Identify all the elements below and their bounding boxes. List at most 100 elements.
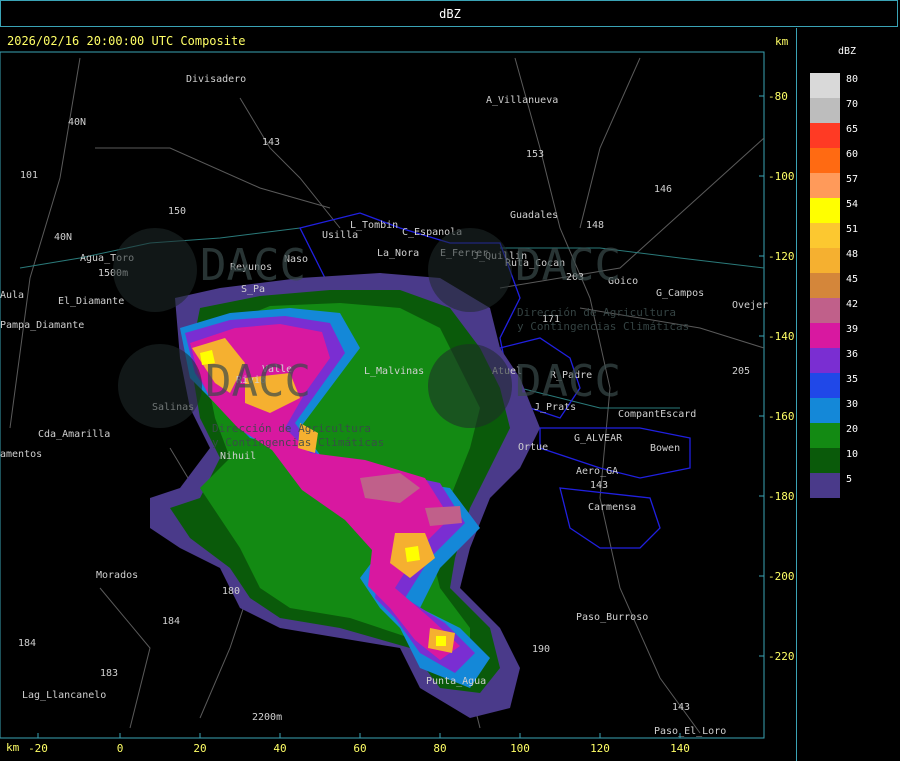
legend-swatch — [810, 273, 840, 298]
place-label: 148 — [586, 220, 604, 231]
place-label: La_Nora — [377, 248, 419, 259]
legend-swatch — [810, 148, 840, 173]
place-label: G_Campos — [656, 288, 704, 299]
y-tick-label: -80 — [768, 90, 788, 103]
legend-swatch — [810, 73, 840, 98]
watermark-text: DACC — [515, 240, 621, 291]
legend-swatch — [810, 473, 840, 498]
legend-label: 57 — [846, 174, 859, 185]
place-label: El_Diamante — [58, 296, 124, 307]
place-label: Paso_El_Loro — [654, 726, 726, 737]
place-label: Punta_Agua — [426, 676, 486, 687]
legend-label: 60 — [846, 149, 859, 160]
place-label: 146 — [654, 184, 672, 195]
legend-label: 42 — [846, 299, 859, 310]
x-tick-label: 140 — [670, 742, 690, 755]
x-tick-label: -20 — [28, 742, 48, 755]
product-title: dBZ — [439, 7, 461, 21]
legend-swatch — [810, 348, 840, 373]
legend-label: 10 — [846, 449, 859, 460]
legend-label: 54 — [846, 199, 859, 210]
legend-label: 65 — [846, 124, 859, 135]
legend-swatch — [810, 398, 840, 423]
place-label: 184 — [18, 638, 36, 649]
watermark-subtitle: Dirección de Agricultura — [212, 422, 371, 435]
place-label: G_ALVEAR — [574, 433, 623, 444]
legend-title: dBZ — [838, 46, 857, 57]
legend-swatch — [810, 198, 840, 223]
place-label: 205 — [732, 366, 750, 377]
place-label: Aero_GA — [576, 466, 618, 477]
place-label: 143 — [672, 702, 690, 713]
place-label: Ortue — [518, 442, 548, 453]
place-label: Cda_Amarilla — [38, 429, 110, 440]
place-label: L_Malvinas — [364, 366, 424, 377]
radar-echoes — [150, 273, 540, 718]
legend-swatch — [810, 248, 840, 273]
dacc-logo-icon — [428, 344, 512, 428]
echo-54c — [436, 636, 446, 646]
place-label: 143 — [262, 137, 280, 148]
place-label: Carmensa — [588, 502, 636, 513]
place-label: A_Villanueva — [486, 95, 558, 106]
legend-swatch — [810, 373, 840, 398]
legend-label: 51 — [846, 224, 859, 235]
legend-swatch — [810, 423, 840, 448]
y-tick-label: -140 — [768, 330, 795, 343]
legend-label: 36 — [846, 349, 859, 360]
legend-swatch — [810, 123, 840, 148]
place-label: Paso_Burroso — [576, 612, 648, 623]
place-label: Nihuil — [220, 451, 256, 462]
y-tick-label: -100 — [768, 170, 795, 183]
legend-label: 48 — [846, 249, 859, 260]
x-tick-label: 120 — [590, 742, 610, 755]
place-label: 180 — [222, 586, 240, 597]
legend-swatch — [810, 448, 840, 473]
legend-swatch — [810, 98, 840, 123]
place-label: 183 — [100, 668, 118, 679]
place-label: Pampa_Diamante — [0, 320, 84, 331]
title-bar: dBZ — [0, 0, 898, 27]
watermark-subtitle: Dirección de Agricultura — [517, 306, 676, 319]
legend-label: 5 — [846, 474, 853, 485]
legend-label: 45 — [846, 274, 859, 285]
place-label: 40N — [68, 117, 86, 128]
legend-label: 70 — [846, 99, 859, 110]
x-axis: -20 0 20 40 60 80 100 120 140 — [28, 733, 690, 755]
legend-label: 35 — [846, 374, 859, 385]
legend-swatch — [810, 173, 840, 198]
color-legend: dBZ 80 70 65 60 57 54 51 48 45 42 39 36 35 30 20 10 5 — [798, 28, 900, 761]
y-tick-label: -220 — [768, 650, 795, 663]
km-unit-bottom: km — [6, 741, 20, 754]
watermark-text: DACC — [200, 240, 306, 291]
timestamp-label: 2026/02/16 20:00:00 UTC Composite — [7, 34, 246, 48]
place-label: Lag_Llancanelo — [22, 690, 106, 701]
legend-swatch — [810, 298, 840, 323]
place-label: 190 — [532, 644, 550, 655]
place-label: CompantEscard — [618, 409, 696, 420]
y-tick-label: -200 — [768, 570, 795, 583]
map-panel[interactable]: Divisadero A_Villanueva 40N 143 153 101 146 150… — [0, 28, 797, 761]
legend-label: 30 — [846, 399, 859, 410]
legend-label: 20 — [846, 424, 859, 435]
place-label: 153 — [526, 149, 544, 160]
watermark-subtitle: y Contingencias Climáticas — [517, 320, 689, 333]
place-label: 150 — [168, 206, 186, 217]
place-label: 101 — [20, 170, 38, 181]
y-tick-label: -120 — [768, 250, 795, 263]
echo-54b — [405, 546, 420, 562]
place-label: Usilla — [322, 230, 358, 241]
watermark-subtitle: y Contingencias Climáticas — [212, 436, 384, 449]
x-tick-label: 0 — [117, 742, 124, 755]
dacc-logo-icon — [118, 344, 202, 428]
legend-label: 80 — [846, 74, 859, 85]
x-tick-label: 40 — [273, 742, 286, 755]
place-label: amentos — [0, 449, 42, 460]
dacc-logo-icon — [428, 228, 512, 312]
legend-swatch — [810, 323, 840, 348]
echo-42b — [425, 506, 462, 526]
place-label: Ovejer — [732, 300, 768, 311]
dacc-logo-icon — [113, 228, 197, 312]
radar-map[interactable]: Divisadero A_Villanueva 40N 143 153 101 146 150… — [0, 28, 796, 761]
watermark-text: DACC — [515, 356, 621, 407]
